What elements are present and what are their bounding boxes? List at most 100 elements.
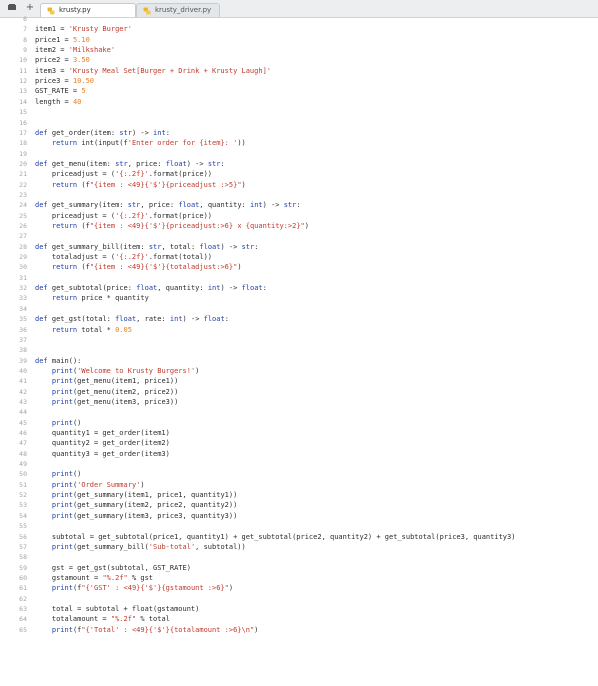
code-token: str [127,201,141,210]
line-number: 44 [19,408,27,417]
code-token: str [241,242,255,251]
code-token: str [283,201,297,210]
line-number: 27 [19,232,27,241]
code-token: , price: [140,201,179,210]
code-token: 'Sub-total' [148,542,196,551]
code-token: quantity1 = get_order(item1) [35,429,170,437]
code-text: price3 = 10.50 [35,76,94,86]
code-text: priceadjust = ('{:.2f}'.format(price)) [35,211,212,221]
code-token: ) [195,366,200,375]
code-token: quantity3 = get_order(item3) [35,449,170,458]
code-token: print [51,418,73,427]
python-icon [47,7,55,15]
code-token: : [296,201,301,210]
code-token: ) -> [220,242,242,251]
tab-label: krusty.py [59,6,91,14]
line-number: 42 [19,387,27,396]
new-tab-button[interactable]: + [24,2,36,14]
line-number: 58 [19,553,27,562]
code-token: 'Welcome to Krusty Burgers!' [77,366,196,375]
code-token: (get_summary_bill( [72,542,149,551]
line-number: 7 [23,25,27,34]
code-text: print(get_menu(item3, price3)) [35,397,178,407]
line-number: 36 [19,325,27,334]
line-number: 48 [19,449,27,458]
line-number: 55 [19,522,27,531]
code-text: totalamount = "%.2f" % total [35,614,170,624]
code-token: , rate: [136,315,170,324]
code-text: item3 = 'Krusty Meal Set[Burger + Drink … [35,66,271,76]
code-text: print(get_summary_bill('Sub-total', subt… [35,542,246,552]
code-token: : [254,242,259,251]
code-token: int(input(f [77,139,128,148]
code-token: ) -> [182,315,204,324]
code-token: '{:.2f}' [115,211,149,220]
code-text: print(get_menu(item1, price1)) [35,376,178,386]
code-token: print [51,387,73,396]
line-number: 26 [19,222,27,230]
code-text: subtotal = get_subtotal(price1, quantity… [35,532,516,542]
code-token: str [115,159,128,168]
code-text: priceadjust = ('{:.2f}'.format(price)) [35,169,212,179]
line-number: 51 [19,480,27,489]
code-token: () [72,470,82,479]
code-token: GST_RATE = [35,87,82,96]
code-text: return (f"{item : <49}{'$'}{priceadjust:… [35,221,309,231]
code-token: "%.2f" [102,573,128,582]
code-text: print() [35,418,82,428]
code-token: return [51,294,78,303]
code-text: return price * quantity [35,293,149,303]
code-text: return total * 0.05 [35,325,132,335]
code-token: totalamount = [35,615,111,624]
code-token: : [165,128,170,137]
code-token: .format(total)) [148,253,213,262]
code-text: print(get_summary(item3, price3, quantit… [35,511,237,521]
code-token: , quantity: [157,284,208,293]
tab-bar: + krusty.py krusty_driver.py [0,0,598,18]
line-number: 8 [23,35,27,44]
code-token: (f [77,263,90,272]
tab-krusty-driver-py[interactable]: krusty_driver.py [136,3,220,17]
code-token: print [51,480,73,489]
code-token: "%.2f" [110,615,137,624]
python-icon [143,7,151,15]
line-number: 25 [19,211,27,220]
code-token: 'Order Summary' [77,480,141,489]
code-text: print('Welcome to Krusty Burgers!') [35,366,200,376]
line-number: 41 [19,377,27,386]
code-token: print [51,511,73,520]
code-token: return [51,180,78,189]
code-text: quantity2 = get_order(item2) [35,438,170,448]
code-token: price3 = [35,77,73,86]
code-text: return (f"{item : <49}{'$'}{priceadjust … [35,180,246,190]
code-text: print('Order Summary') [35,480,145,490]
code-token: "{item : <49}{'$'}{totaladjust:>6}" [89,263,238,272]
code-token: 'Milkshake' [68,46,116,55]
code-token: .format(price)) [148,211,213,220]
code-token: quantity2 = get_order(item2) [35,439,170,448]
code-token: get_summary_bill(item: [47,242,149,251]
code-token: (get_menu(item1, price1)) [72,377,179,386]
line-number: 24 [19,201,27,210]
code-token: (get_summary(item2, price2, quantity2)) [72,501,238,510]
code-token: return [51,222,78,230]
tab-krusty-py[interactable]: krusty.py [40,3,136,17]
code-token: 'Enter order for {item}: ' [127,139,238,148]
code-token: ) [140,480,145,489]
code-token: ) [237,263,242,272]
code-token: , total: [161,242,200,251]
code-token: 'Krusty Meal Set[Burger + Drink + Krusty… [68,66,272,75]
code-token: main(): [47,356,82,365]
code-token: '{:.2f}' [115,253,149,262]
code-token: ) [254,625,259,634]
line-number: 57 [19,542,27,551]
code-token: total * [77,325,116,334]
code-editor[interactable]: 6 7 item1 = 'Krusty Burger' 8 price1 = 5.10 9… [0,15,598,686]
menu-icon[interactable] [6,2,18,14]
code-token: ) -> [220,284,242,293]
